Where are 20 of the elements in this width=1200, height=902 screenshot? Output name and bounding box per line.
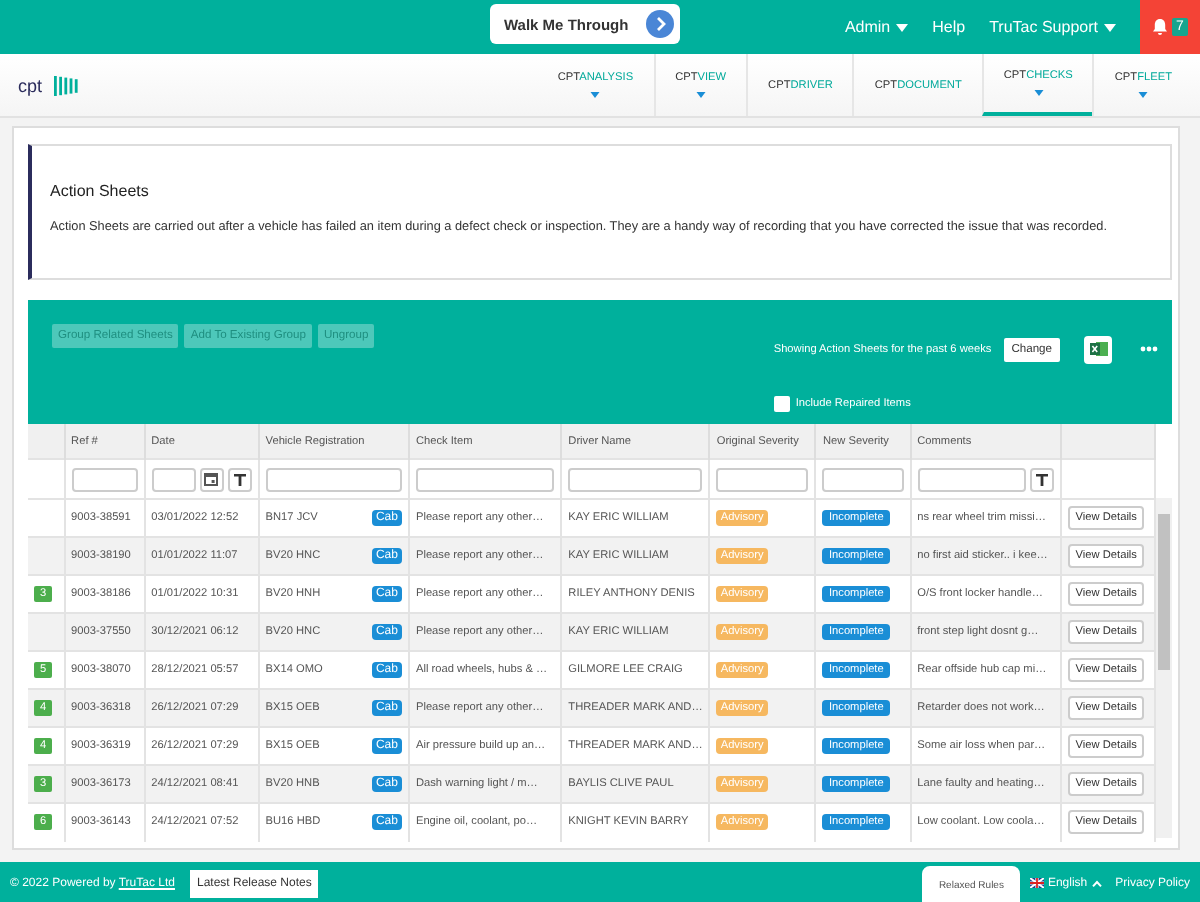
checkbox[interactable]: [773, 396, 790, 413]
bell-icon: [1152, 18, 1169, 36]
filter-field[interactable]: [568, 467, 703, 491]
logo: cpt: [18, 69, 82, 101]
more-icon[interactable]: [1140, 346, 1158, 353]
calendar-icon[interactable]: [199, 467, 224, 491]
filter-icon[interactable]: [227, 467, 252, 491]
caret-icon: [1091, 879, 1102, 887]
scrollbar[interactable]: [1156, 498, 1172, 838]
spreadsheet-export-icon[interactable]: [1084, 335, 1112, 364]
page-title: Action Sheets: [50, 182, 151, 200]
date-filter-field[interactable]: [151, 467, 196, 491]
filter-icon[interactable]: [1029, 467, 1054, 491]
filter-field[interactable]: [716, 467, 809, 491]
flag-icon: [1029, 878, 1044, 888]
filter-field[interactable]: [917, 467, 1026, 491]
filter-field[interactable]: [71, 467, 138, 491]
filter-field[interactable]: [822, 467, 904, 491]
filter-field[interactable]: [415, 467, 555, 491]
filter-field[interactable]: [265, 467, 402, 491]
